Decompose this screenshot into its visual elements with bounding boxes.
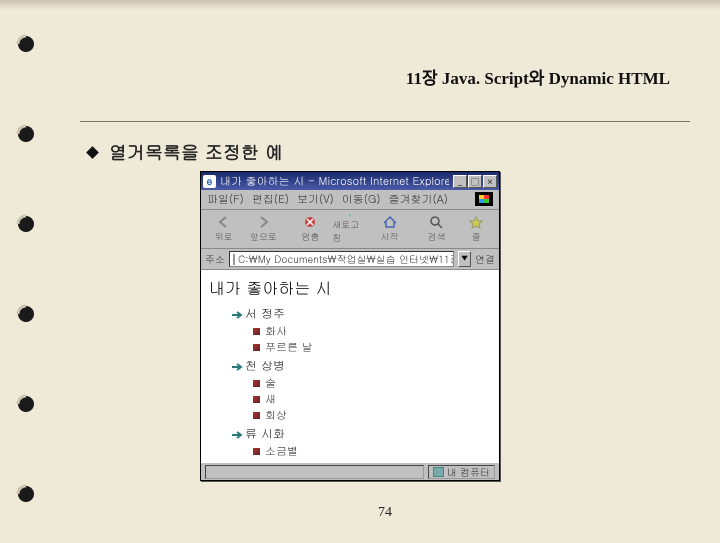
status-text: 내 컴퓨터: [447, 465, 490, 479]
back-label: 뒤로: [215, 230, 233, 243]
menubar: 파일(F) 편집(E) 보기(V) 이동(G) 즐겨찾기(A): [201, 190, 499, 210]
titlebar[interactable]: e 내가 좋아하는 시 - Microsoft Internet Explore…: [201, 172, 499, 190]
menu-favorites[interactable]: 즐겨찾기(A): [389, 192, 448, 207]
address-value: C:\My Documents\작업실\실습 인터넷\11장: [238, 252, 454, 266]
square-icon: [253, 380, 260, 387]
search-button[interactable]: 검색: [418, 213, 456, 245]
list-item: 천 상병 술 새 회상: [231, 357, 491, 423]
address-input[interactable]: C:\My Documents\작업실\실습 인터넷\11장: [229, 251, 454, 267]
list-item: 소금별: [253, 444, 491, 459]
refresh-button[interactable]: 새로고침: [331, 213, 369, 245]
section-heading-text: 열거목록을 조정한 예: [109, 140, 283, 165]
status-zone: 내 컴퓨터: [428, 465, 495, 479]
windows-logo-icon: [475, 192, 493, 206]
address-dropdown-button[interactable]: ▼: [458, 251, 471, 267]
home-label: 시작: [381, 230, 399, 243]
back-button[interactable]: 뒤로: [205, 213, 243, 245]
status-pane: [205, 465, 424, 479]
chapter-title: 11장 Java. Script와 Dynamic HTML: [70, 64, 700, 89]
square-icon: [253, 328, 260, 335]
poet-list: 서 정주 화사 푸르른 날 천 상병 술 새 회상 류 시화: [231, 305, 491, 462]
maximize-button[interactable]: □: [468, 175, 482, 188]
arrow-icon: [231, 306, 245, 323]
ie-window: e 내가 좋아하는 시 - Microsoft Internet Explore…: [200, 171, 500, 481]
links-label[interactable]: 연결: [475, 252, 495, 266]
list-item: 화사: [253, 324, 491, 339]
square-icon: [253, 448, 260, 455]
status-bar: 내 컴퓨터: [201, 462, 499, 480]
list-item: 류 시화 소금별 패랭이 꽃: [231, 425, 491, 462]
page-content: 내가 좋아하는 시 서 정주 화사 푸르른 날 천 상병 술 새 회상: [201, 270, 499, 462]
window-title: 내가 좋아하는 시 - Microsoft Internet Explorer: [220, 174, 449, 189]
home-button[interactable]: 시작: [371, 213, 409, 245]
close-button[interactable]: ×: [483, 175, 497, 188]
square-icon: [253, 344, 260, 351]
minimize-button[interactable]: _: [453, 175, 467, 188]
square-icon: [253, 412, 260, 419]
computer-icon: [433, 467, 444, 477]
menu-file[interactable]: 파일(F): [207, 192, 244, 207]
ie-icon: e: [203, 175, 216, 188]
page-number: 74: [70, 505, 700, 521]
square-icon: [253, 396, 260, 403]
refresh-label: 새로고침: [332, 218, 368, 244]
search-label: 검색: [428, 230, 446, 243]
menu-view[interactable]: 보기(V): [297, 192, 334, 207]
bullet-icon: [86, 146, 99, 159]
list-item: 회상: [253, 408, 491, 423]
page-shadow: [0, 0, 720, 10]
list-item: 새: [253, 392, 491, 407]
arrow-icon: [231, 358, 245, 375]
content-heading: 내가 좋아하는 시: [209, 276, 491, 299]
list-item: 서 정주 화사 푸르른 날: [231, 305, 491, 355]
divider: [80, 121, 690, 122]
spiral-binding: [12, 30, 40, 508]
menu-edit[interactable]: 편집(E): [252, 192, 289, 207]
section-heading: 열거목록을 조정한 예: [88, 140, 700, 165]
arrow-icon: [231, 426, 245, 443]
list-item: 푸르른 날: [253, 340, 491, 355]
stop-button[interactable]: 멈춤: [292, 213, 330, 245]
address-bar: 주소 C:\My Documents\작업실\실습 인터넷\11장 ▼ 연결: [201, 249, 499, 270]
menu-go[interactable]: 이동(G): [342, 192, 381, 207]
favorites-button[interactable]: 즐: [458, 213, 496, 245]
page-icon: [233, 254, 235, 265]
favorites-label: 즐: [472, 230, 481, 243]
address-label: 주소: [205, 252, 225, 266]
list-item: 술: [253, 376, 491, 391]
toolbar: 뒤로 앞으로 멈춤 새로고침 시작 검색: [201, 210, 499, 249]
forward-label: 앞으로: [250, 230, 277, 243]
stop-label: 멈춤: [301, 230, 319, 243]
forward-button[interactable]: 앞으로: [245, 213, 283, 245]
